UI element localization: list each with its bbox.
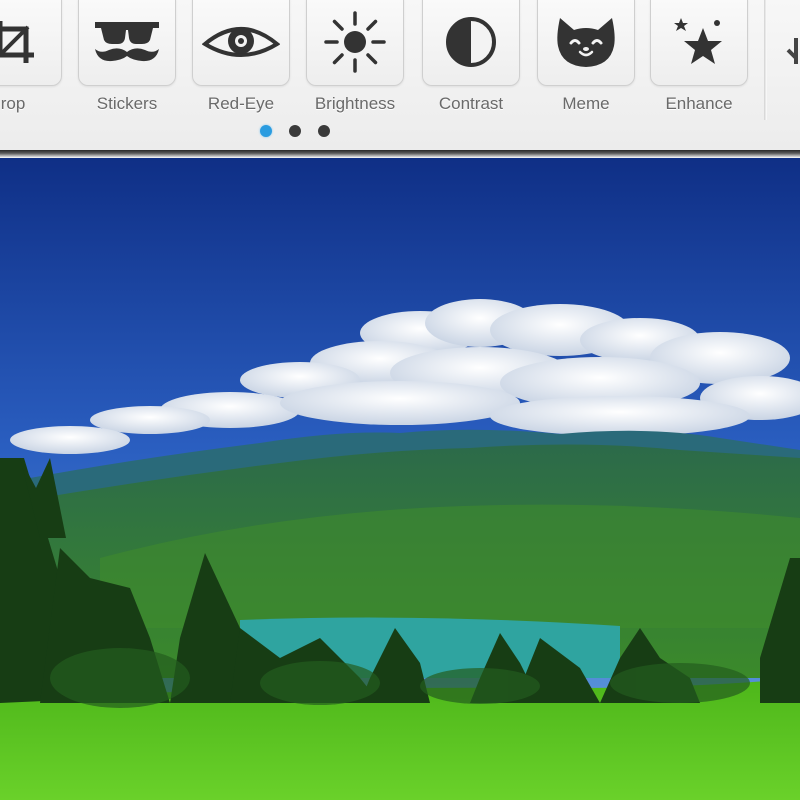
tool-label: rop <box>0 94 26 113</box>
next-tool-crop-icon[interactable] <box>782 36 800 66</box>
contrast-icon <box>422 12 520 72</box>
tool-crop[interactable]: rop <box>0 0 62 118</box>
tool-label: Red-Eye <box>207 94 275 113</box>
tool-label: Contrast <box>438 94 504 113</box>
mustache-glasses-icon <box>78 12 176 72</box>
crop-icon <box>0 12 62 72</box>
page-indicator <box>0 124 800 140</box>
tool-brightness[interactable]: Brightness <box>306 0 404 118</box>
tool-label: Stickers <box>96 94 158 113</box>
tool-meme[interactable]: Meme <box>537 0 635 118</box>
toolbar-shadow <box>0 150 800 158</box>
page-dot-3[interactable] <box>318 125 330 137</box>
editor-toolbar: rop Stickers Red-Eye Brightness Contrast… <box>0 0 800 150</box>
photo-canvas[interactable] <box>0 158 800 800</box>
page-dot-2[interactable] <box>289 125 301 137</box>
page-dot-1[interactable] <box>260 125 272 137</box>
sun-icon <box>306 11 404 73</box>
landscape-photo <box>0 158 800 800</box>
cat-face-icon <box>537 12 635 72</box>
tool-stickers[interactable]: Stickers <box>78 0 176 118</box>
tool-enhance[interactable]: Enhance <box>650 0 748 118</box>
tool-contrast[interactable]: Contrast <box>422 0 520 118</box>
tool-label: Enhance <box>665 94 733 113</box>
eye-icon <box>192 12 290 72</box>
toolbar-divider <box>764 0 767 120</box>
tool-label: Meme <box>562 94 610 113</box>
tool-label: Brightness <box>314 94 396 113</box>
tool-red-eye[interactable]: Red-Eye <box>192 0 290 118</box>
magic-star-icon <box>650 12 748 72</box>
